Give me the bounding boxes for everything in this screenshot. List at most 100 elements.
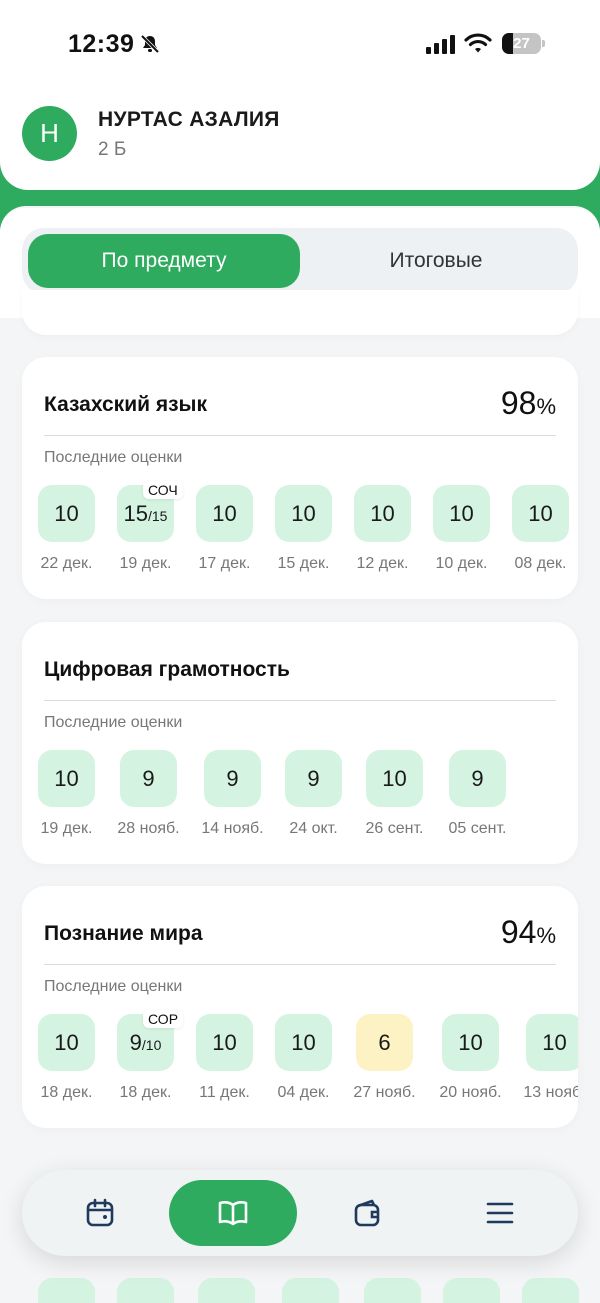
student-profile[interactable]: Н НУРТАС АЗАЛИЯ 2 Б — [0, 80, 600, 190]
previous-subject-card[interactable] — [22, 290, 578, 335]
grade-item[interactable]: 15/15 СОЧ 19 дек. — [117, 481, 197, 585]
grade-value: 10 — [38, 750, 95, 807]
grade-value: 10 — [38, 1014, 95, 1071]
grade-item[interactable]: 10 10 дек. — [433, 485, 513, 585]
grade-number: 9 — [142, 766, 155, 791]
recent-grades-label: Последние оценки — [44, 714, 183, 731]
grade-number: 10 — [542, 1030, 567, 1055]
grade-number: 10 — [212, 501, 237, 526]
grade-number: 10 — [212, 1030, 237, 1055]
grade-item[interactable]: 10 15 дек. — [275, 485, 355, 585]
grade-number: 10 — [291, 501, 316, 526]
grade-date: 05 сент. — [448, 820, 507, 837]
grade-number: 10 — [291, 1030, 316, 1055]
grade-date: 20 нояб. — [439, 1084, 502, 1101]
grade-item[interactable]: 9 14 нояб. — [201, 750, 284, 850]
subject-card[interactable]: Познание мира 94% Последние оценки 10 18 дек… — [22, 886, 578, 1128]
grade-number: 10 — [528, 501, 553, 526]
percent-sign: % — [536, 923, 556, 948]
grade-item[interactable]: 10 13 нояб. — [523, 1014, 578, 1114]
grade-item[interactable]: 6 27 нояб. — [353, 1014, 436, 1114]
tab-by-subject[interactable]: По предмету — [28, 234, 300, 288]
grade-item[interactable]: 10 20 нояб. — [439, 1014, 522, 1114]
subject-title: Цифровая грамотность — [44, 658, 290, 681]
grade-date: 22 дек. — [40, 555, 93, 572]
grade-max: /15 — [148, 508, 168, 524]
grade-value: 9 — [449, 750, 506, 807]
grade-item[interactable]: 9 28 нояб. — [117, 750, 200, 850]
grade-peek — [117, 1278, 174, 1303]
grade-item[interactable]: 10 08 дек. — [512, 485, 578, 585]
grade-value: 9 — [285, 750, 342, 807]
grade-date: 10 дек. — [435, 555, 488, 572]
grade-value: 10 — [275, 485, 332, 542]
grade-number: 9 — [471, 766, 484, 791]
grade-number: 10 — [449, 501, 474, 526]
grade-value: 10 — [526, 1014, 578, 1071]
signal-icon — [426, 35, 455, 54]
recent-grades-label: Последние оценки — [44, 978, 183, 995]
grade-value: 10 — [275, 1014, 332, 1071]
percent-value: 98 — [500, 385, 537, 421]
bottom-navigation — [22, 1170, 578, 1256]
grade-max: /10 — [141, 1037, 162, 1053]
grade-value: 10 — [512, 485, 569, 542]
grade-date: 04 дек. — [277, 1084, 330, 1101]
subject-title: Познание мира — [44, 922, 203, 945]
avatar: Н — [22, 106, 77, 161]
grade-peek — [282, 1278, 339, 1303]
grade-date: 13 нояб. — [523, 1084, 578, 1101]
status-bar: 12:39 27 — [0, 0, 600, 90]
nav-journal[interactable] — [169, 1180, 297, 1246]
grade-item[interactable]: 10 18 дек. — [38, 1014, 118, 1114]
grade-item[interactable]: 9/10 СОР 18 дек. — [117, 1010, 197, 1114]
menu-icon — [486, 1202, 514, 1224]
wifi-icon — [464, 33, 492, 53]
grade-item[interactable]: 10 12 дек. — [354, 485, 434, 585]
grade-peek — [38, 1278, 95, 1303]
grade-number: 9 — [307, 766, 320, 791]
grade-date: 28 нояб. — [117, 820, 180, 837]
nav-menu[interactable] — [436, 1180, 564, 1246]
grade-date: 27 нояб. — [353, 1084, 416, 1101]
grade-item[interactable]: 10 26 сент. — [366, 750, 446, 850]
status-time: 12:39 — [68, 30, 135, 58]
subject-card[interactable]: Цифровая грамотность Последние оценки 10 19… — [22, 622, 578, 864]
grade-value: 10 — [196, 485, 253, 542]
subject-card[interactable]: Казахский язык 98% Последние оценки 10 22 де… — [22, 357, 578, 599]
student-name: НУРТАС АЗАЛИЯ — [98, 108, 280, 131]
bell-muted-icon — [140, 34, 160, 54]
grade-number: 10 — [382, 766, 407, 791]
grade-date: 18 дек. — [40, 1084, 93, 1101]
grade-value: 10 — [38, 485, 95, 542]
grade-item[interactable]: 10 11 дек. — [196, 1014, 276, 1114]
grade-number: 9 — [226, 766, 239, 791]
grade-number: 6 — [378, 1030, 391, 1055]
grade-number: 10 — [54, 501, 79, 526]
grade-number: 10 — [54, 766, 79, 791]
tab-final[interactable]: Итоговые — [300, 234, 572, 288]
grade-item[interactable]: 10 22 дек. — [38, 485, 118, 585]
nav-wallet[interactable] — [303, 1180, 431, 1246]
grade-item[interactable]: 10 04 дек. — [275, 1014, 355, 1114]
grade-value: 6 — [356, 1014, 413, 1071]
calendar-icon — [86, 1198, 114, 1227]
grade-item[interactable]: 10 17 дек. — [196, 485, 276, 585]
grade-date: 08 дек. — [514, 555, 567, 572]
nav-calendar[interactable] — [36, 1180, 164, 1246]
battery-indicator: 27 — [502, 33, 546, 55]
grade-value: 10 — [433, 485, 490, 542]
assessment-badge: СОР — [143, 1010, 184, 1028]
divider — [44, 435, 556, 436]
grade-item[interactable]: 10 19 дек. — [38, 750, 118, 850]
wallet-icon — [354, 1199, 380, 1227]
grade-date: 18 дек. — [119, 1084, 172, 1101]
grade-item[interactable]: 9 24 окт. — [285, 750, 365, 850]
grade-date: 24 окт. — [289, 820, 338, 837]
grade-date: 11 дек. — [199, 1084, 250, 1101]
subject-percent: 98% — [501, 385, 556, 422]
grade-item[interactable]: 9 05 сент. — [449, 750, 529, 850]
grade-value: 9 — [204, 750, 261, 807]
recent-grades-label: Последние оценки — [44, 449, 183, 466]
grade-date: 19 дек. — [119, 555, 172, 572]
